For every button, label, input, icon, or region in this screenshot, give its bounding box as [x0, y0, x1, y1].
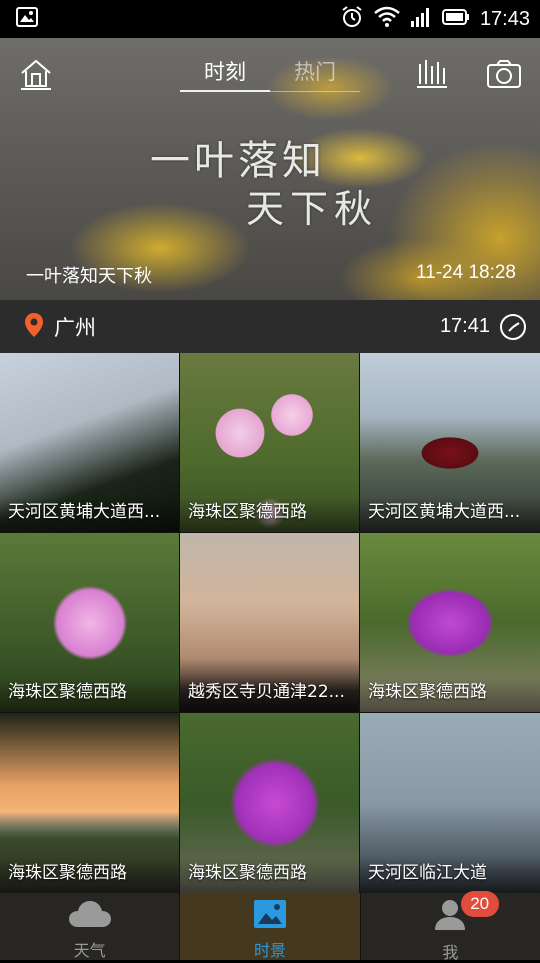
- refresh-icon[interactable]: [498, 312, 528, 342]
- gallery-notification-icon: [16, 7, 38, 31]
- tab-weather[interactable]: 天气: [0, 893, 180, 960]
- home-icon[interactable]: [18, 56, 54, 92]
- hero-caption: 一叶落知天下秋: [26, 266, 152, 287]
- photo-tile[interactable]: 海珠区聚德西路: [180, 353, 359, 532]
- photo-location-label: 海珠区聚德西路: [0, 858, 179, 893]
- location-city[interactable]: 广州: [54, 312, 96, 342]
- wifi-icon: [374, 6, 400, 32]
- header-tabs: 时刻 热门: [180, 56, 360, 92]
- notification-badge: 20: [460, 891, 499, 917]
- tab-me-label: 我: [442, 943, 459, 962]
- photo-tile[interactable]: 天河区黄埔大道西...: [360, 353, 540, 532]
- hero-datetime: 11-24 18:28: [415, 262, 516, 283]
- camera-icon[interactable]: [484, 56, 524, 92]
- photo-tile[interactable]: 海珠区聚德西路: [0, 713, 179, 893]
- cloud-icon: [68, 899, 112, 933]
- hero-banner[interactable]: 时刻 热门 一叶落知 天下秋 一叶落知天下秋 11-24 18:28: [0, 38, 540, 300]
- tab-weather-label: 天气: [73, 941, 106, 960]
- tab-moments[interactable]: 时刻: [180, 56, 270, 92]
- photo-location-label: 越秀区寺贝通津22...: [180, 677, 359, 712]
- signal-icon: [410, 6, 432, 32]
- photo-location-label: 天河区黄埔大道西...: [360, 497, 540, 532]
- tab-scenes-label: 时景: [253, 941, 286, 960]
- photo-tile[interactable]: 海珠区聚德西路: [0, 533, 179, 712]
- photo-location-label: 海珠区聚德西路: [360, 677, 540, 712]
- status-time: 17:43: [479, 7, 530, 30]
- photo-tile[interactable]: 天河区黄埔大道西...: [0, 353, 179, 532]
- location-pin-icon: [24, 312, 44, 342]
- photo-location-label: 天河区临江大道: [360, 858, 540, 893]
- image-icon: [253, 899, 287, 933]
- photo-tile[interactable]: 越秀区寺贝通津22...: [180, 533, 359, 712]
- location-time: 17:41: [439, 315, 490, 337]
- photo-tile[interactable]: 天河区临江大道: [360, 713, 540, 893]
- photo-tile[interactable]: 海珠区聚德西路: [180, 713, 359, 893]
- photo-location-label: 天河区黄埔大道西...: [0, 497, 179, 532]
- tab-scenes[interactable]: 时景: [179, 893, 360, 960]
- bottom-tab-bar: 天气 时景 我 20: [0, 891, 540, 962]
- alarm-icon: [340, 5, 364, 33]
- hero-calligraphy: 一叶落知 天下秋: [150, 128, 410, 231]
- photo-location-label: 海珠区聚德西路: [180, 497, 359, 532]
- status-bar: 17:43: [0, 0, 540, 38]
- tab-popular[interactable]: 热门: [270, 56, 360, 92]
- photo-location-label: 海珠区聚德西路: [180, 858, 359, 893]
- chart-icon[interactable]: [414, 56, 450, 92]
- photo-location-label: 海珠区聚德西路: [0, 677, 179, 712]
- calligraphy-line-2: 天下秋: [246, 187, 379, 231]
- header-nav: 时刻 热门: [0, 56, 540, 96]
- battery-icon: [441, 8, 470, 30]
- photo-grid: 天河区黄埔大道西... 海珠区聚德西路 天河区黄埔大道西... 海珠区聚德西路 …: [0, 353, 540, 893]
- tab-me[interactable]: 我 20: [359, 891, 540, 962]
- location-bar: 广州 17:41: [0, 300, 540, 353]
- photo-tile[interactable]: 海珠区聚德西路: [360, 533, 540, 712]
